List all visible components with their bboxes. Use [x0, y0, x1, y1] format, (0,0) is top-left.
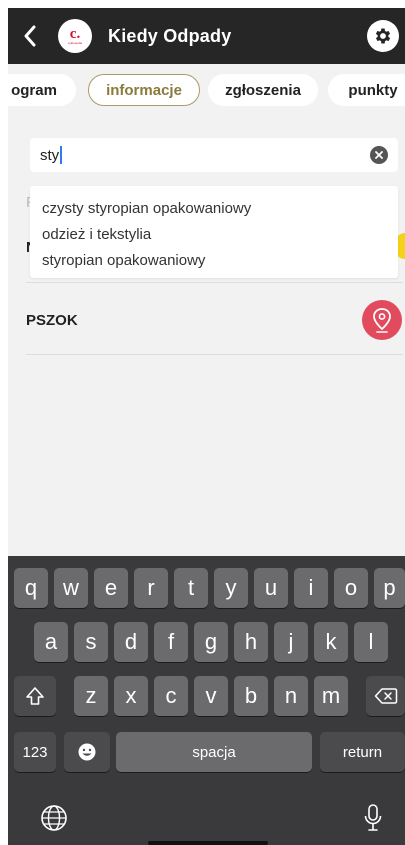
- microphone-icon: [364, 804, 382, 831]
- suggestion-item[interactable]: czysty styropian opakowaniowy: [30, 196, 398, 222]
- key-u[interactable]: u: [254, 568, 288, 608]
- on-screen-keyboard: q w e r t y u i o p a s d f g h j k l z …: [8, 556, 405, 845]
- home-indicator: [148, 841, 268, 845]
- tab-harmonogram[interactable]: ogram: [8, 74, 76, 106]
- tab-punkty[interactable]: punkty: [328, 74, 405, 106]
- pszok-location-button[interactable]: [362, 300, 402, 340]
- suggestions-dropdown: czysty styropian opakowaniowy odzież i t…: [30, 186, 398, 278]
- key-d[interactable]: d: [114, 622, 148, 662]
- key-a[interactable]: a: [34, 622, 68, 662]
- key-f[interactable]: f: [154, 622, 188, 662]
- shift-icon: [26, 687, 44, 705]
- key-s[interactable]: s: [74, 622, 108, 662]
- emoji-key[interactable]: [64, 732, 110, 772]
- key-i[interactable]: i: [294, 568, 328, 608]
- clear-search-button[interactable]: [370, 146, 388, 164]
- settings-button[interactable]: [367, 20, 399, 52]
- key-l[interactable]: l: [354, 622, 388, 662]
- text-caret: [60, 146, 63, 164]
- key-o[interactable]: o: [334, 568, 368, 608]
- close-icon: [375, 151, 383, 159]
- logo-subtext: cyklopedia: [67, 40, 83, 45]
- backspace-icon: [374, 688, 397, 704]
- key-j[interactable]: j: [274, 622, 308, 662]
- chevron-left-icon: [24, 25, 36, 47]
- app-header: c. cyklopedia Kiedy Odpady: [8, 8, 405, 64]
- key-q[interactable]: q: [14, 568, 48, 608]
- key-z[interactable]: z: [74, 676, 108, 716]
- tab-label: zgłoszenia: [225, 81, 301, 99]
- globe-icon: [41, 805, 67, 831]
- back-button[interactable]: [12, 8, 48, 64]
- return-key[interactable]: return: [320, 732, 405, 772]
- tab-zgloszenia[interactable]: zgłoszenia: [208, 74, 318, 106]
- key-w[interactable]: w: [54, 568, 88, 608]
- search-value: sty: [40, 146, 60, 164]
- pszok-label: PSZOK: [26, 312, 78, 329]
- app-title: Kiedy Odpady: [108, 25, 232, 46]
- search-input[interactable]: sty: [30, 138, 398, 172]
- key-m[interactable]: m: [314, 676, 348, 716]
- main-content: sty P N czysty styropian opakowaniowy od…: [8, 116, 405, 556]
- space-key[interactable]: spacja: [116, 732, 312, 772]
- app-logo: c. cyklopedia: [58, 19, 92, 53]
- map-pin-icon: [373, 308, 391, 333]
- gear-icon: [375, 28, 391, 44]
- globe-button[interactable]: [36, 800, 72, 836]
- tab-label: ogram: [11, 81, 57, 99]
- logo-mark: c.: [69, 25, 81, 42]
- key-x[interactable]: x: [114, 676, 148, 716]
- tabs-bar: ogram informacje zgłoszenia punkty: [8, 64, 405, 116]
- key-t[interactable]: t: [174, 568, 208, 608]
- divider: [26, 354, 403, 355]
- key-g[interactable]: g: [194, 622, 228, 662]
- key-c[interactable]: c: [154, 676, 188, 716]
- tab-label: informacje: [106, 81, 182, 99]
- tab-label: punkty: [348, 81, 398, 99]
- dictation-button[interactable]: [358, 800, 388, 836]
- numbers-key[interactable]: 123: [14, 732, 56, 772]
- key-k[interactable]: k: [314, 622, 348, 662]
- shift-key[interactable]: [14, 676, 56, 716]
- key-p[interactable]: p: [374, 568, 405, 608]
- backspace-key[interactable]: [366, 676, 405, 716]
- key-b[interactable]: b: [234, 676, 268, 716]
- key-n[interactable]: n: [274, 676, 308, 716]
- key-e[interactable]: e: [94, 568, 128, 608]
- key-v[interactable]: v: [194, 676, 228, 716]
- key-h[interactable]: h: [234, 622, 268, 662]
- emoji-icon: [78, 743, 96, 761]
- suggestion-item[interactable]: styropian opakowaniowy: [30, 248, 398, 274]
- divider: [26, 282, 403, 283]
- key-y[interactable]: y: [214, 568, 248, 608]
- tab-informacje[interactable]: informacje: [88, 74, 200, 106]
- key-r[interactable]: r: [134, 568, 168, 608]
- suggestion-item[interactable]: odzież i tekstylia: [30, 222, 398, 248]
